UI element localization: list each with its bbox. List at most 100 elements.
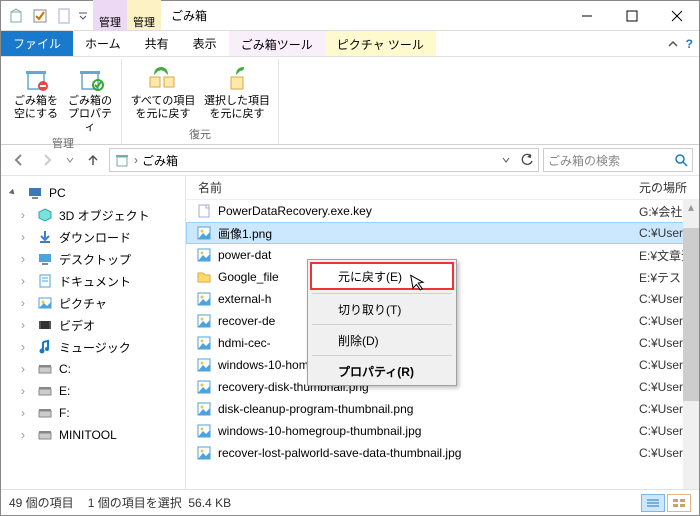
nav-item-2[interactable]: ›デスクトップ: [1, 248, 185, 270]
restore-all-icon: [147, 63, 179, 95]
file-row[interactable]: windows-10-homegroup-thumbnail.jpgC:¥Use…: [186, 420, 699, 442]
download-icon: [37, 229, 53, 245]
expand-icon[interactable]: [9, 189, 21, 197]
context-tab-recycle-manage[interactable]: 管理: [93, 0, 127, 30]
nav-item-10[interactable]: ›MINITOOL: [1, 424, 185, 446]
recycle-bin-icon: [114, 152, 130, 168]
tab-home[interactable]: ホーム: [73, 31, 133, 56]
scrollbar-thumb[interactable]: [683, 228, 699, 401]
chevron-right-icon[interactable]: ›: [21, 230, 31, 244]
nav-item-label: E:: [59, 384, 70, 398]
chevron-right-icon[interactable]: ›: [21, 362, 31, 376]
qat-checkbox-icon[interactable]: [29, 5, 51, 27]
nav-item-label: ピクチャ: [59, 295, 107, 312]
context-menu-cut[interactable]: 切り取り(T): [310, 297, 454, 321]
file-name: disk-cleanup-program-thumbnail.png: [218, 402, 639, 416]
image-icon: [196, 225, 212, 241]
chevron-right-icon[interactable]: ›: [21, 208, 31, 222]
nav-item-8[interactable]: › E:: [1, 380, 185, 402]
image-icon: [196, 357, 212, 373]
restore-selected-icon: [221, 63, 253, 95]
maximize-button[interactable]: [609, 1, 654, 31]
close-button[interactable]: [654, 1, 699, 31]
chevron-right-icon[interactable]: ›: [21, 340, 31, 354]
address-dropdown-icon[interactable]: [502, 156, 510, 164]
view-details-button[interactable]: [641, 494, 665, 512]
scrollbar-vertical[interactable]: ▴: [683, 200, 699, 489]
image-icon: [196, 313, 212, 329]
nav-item-1[interactable]: ›ダウンロード: [1, 226, 185, 248]
address-segment[interactable]: ごみ箱: [142, 152, 178, 169]
view-thumbnails-button[interactable]: [667, 494, 691, 512]
chevron-right-icon[interactable]: ›: [21, 296, 31, 310]
help-icon[interactable]: ?: [686, 37, 693, 51]
doc-icon: [37, 273, 53, 289]
status-item-count: 49 個の項目: [9, 494, 74, 511]
drive-icon: [37, 405, 53, 421]
chevron-right-icon[interactable]: ›: [21, 318, 31, 332]
file-row[interactable]: recover-lost-palworld-save-data-thumbnai…: [186, 442, 699, 464]
empty-bin-icon: [20, 63, 52, 95]
tab-picture-tools[interactable]: ピクチャ ツール: [325, 31, 436, 56]
image-icon: [196, 247, 212, 263]
nav-item-label: ビデオ: [59, 317, 95, 334]
context-menu: 元に戻す(E) 切り取り(T) 削除(D) プロパティ(R): [307, 259, 457, 386]
nav-item-4[interactable]: › ピクチャ: [1, 292, 185, 314]
folder-icon: [196, 269, 212, 285]
nav-item-7[interactable]: ›C:: [1, 358, 185, 380]
image-icon: [196, 335, 212, 351]
nav-item-label: ドキュメント: [59, 273, 131, 290]
image-icon: [196, 291, 212, 307]
address-bar[interactable]: › ごみ箱: [109, 148, 539, 172]
chevron-right-icon[interactable]: ›: [21, 252, 31, 266]
context-menu-properties[interactable]: プロパティ(R): [310, 359, 454, 383]
chevron-right-icon[interactable]: ›: [21, 406, 31, 420]
nav-recent-dropdown[interactable]: [63, 148, 77, 172]
chevron-right-icon[interactable]: ›: [21, 428, 31, 442]
context-menu-delete[interactable]: 削除(D): [310, 328, 454, 352]
tab-recycle-tools[interactable]: ごみ箱ツール: [229, 31, 325, 56]
nav-forward-button[interactable]: [35, 148, 59, 172]
empty-recycle-bin-button[interactable]: ごみ箱を 空にする: [11, 63, 61, 121]
ribbon-collapse-icon[interactable]: [668, 39, 678, 49]
scroll-up-icon[interactable]: ▴: [683, 200, 699, 214]
recycle-bin-icon: [5, 5, 27, 27]
tab-share[interactable]: 共有: [133, 31, 181, 56]
qat-document-icon[interactable]: [53, 5, 75, 27]
restore-selected-button[interactable]: 選択した項目 を元に戻す: [202, 63, 272, 121]
address-sep[interactable]: ›: [134, 153, 138, 167]
nav-item-0[interactable]: ›3D オブジェクト: [1, 204, 185, 226]
pc-icon: [27, 185, 43, 201]
file-row[interactable]: PowerDataRecovery.exe.keyG:¥会社ソ: [186, 200, 699, 222]
nav-item-3[interactable]: › ドキュメント: [1, 270, 185, 292]
restore-all-button[interactable]: すべての項目 を元に戻す: [128, 63, 198, 121]
file-name: recover-lost-palworld-save-data-thumbnai…: [218, 446, 639, 460]
cube-icon: [37, 207, 53, 223]
tab-view[interactable]: 表示: [181, 31, 229, 56]
nav-item-9[interactable]: ›F:: [1, 402, 185, 424]
nav-back-button[interactable]: [7, 148, 31, 172]
nav-pc[interactable]: PC: [1, 182, 185, 204]
minimize-button[interactable]: [564, 1, 609, 31]
recycle-bin-properties-button[interactable]: ごみ箱の プロパティ: [65, 63, 115, 135]
nav-up-button[interactable]: [81, 148, 105, 172]
drive-icon: [37, 383, 53, 399]
chevron-right-icon[interactable]: ›: [21, 274, 31, 288]
file-row[interactable]: disk-cleanup-program-thumbnail.pngC:¥Use…: [186, 398, 699, 420]
navigation-pane[interactable]: PC ›3D オブジェクト›ダウンロード›デスクトップ›ドキュメント›ピクチャ›…: [1, 176, 186, 489]
column-name[interactable]: 名前: [186, 179, 639, 196]
tab-file[interactable]: ファイル: [1, 31, 73, 56]
nav-item-6[interactable]: ›ミュージック: [1, 336, 185, 358]
context-tab-picture-manage[interactable]: 管理: [127, 0, 161, 30]
ribbon-group-restore: 復元: [189, 126, 211, 144]
file-row[interactable]: 画像1.pngC:¥Users¥: [186, 222, 699, 244]
nav-item-5[interactable]: › ビデオ: [1, 314, 185, 336]
column-original-location[interactable]: 元の場所: [639, 179, 699, 196]
chevron-right-icon[interactable]: ›: [21, 384, 31, 398]
context-menu-restore[interactable]: 元に戻す(E): [310, 262, 454, 290]
refresh-button[interactable]: [520, 153, 534, 167]
search-input[interactable]: ごみ箱の検索: [543, 148, 693, 172]
context-menu-separator: [312, 355, 452, 356]
cursor-icon: [410, 272, 429, 293]
qat-dropdown-icon[interactable]: [77, 5, 89, 27]
